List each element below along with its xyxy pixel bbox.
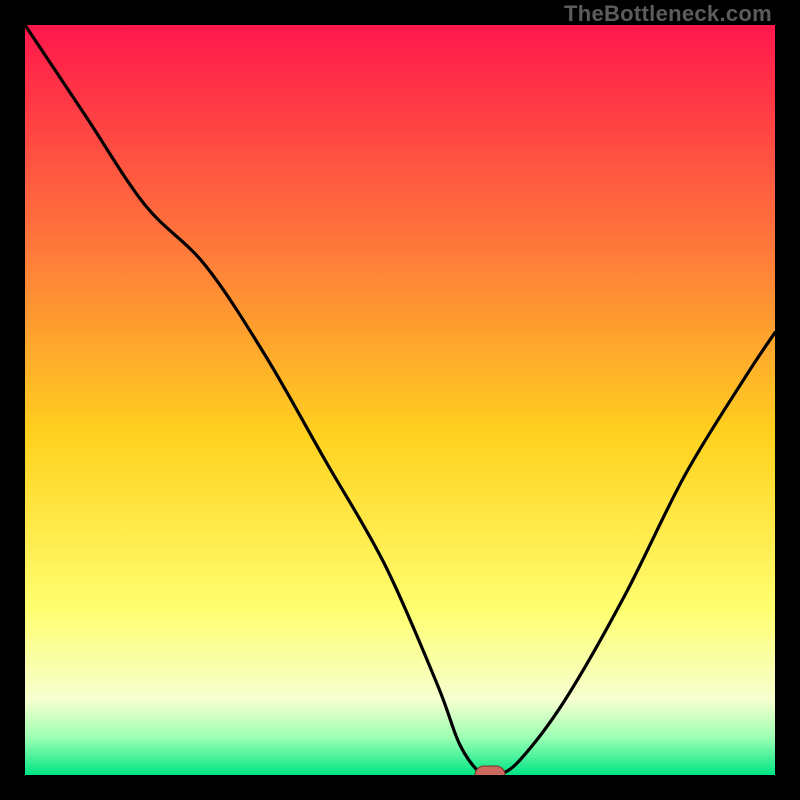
bottleneck-chart <box>25 25 775 775</box>
optimal-point-marker <box>475 766 505 775</box>
watermark-text: TheBottleneck.com <box>564 1 772 27</box>
chart-area <box>25 25 775 775</box>
gradient-background <box>25 25 775 775</box>
